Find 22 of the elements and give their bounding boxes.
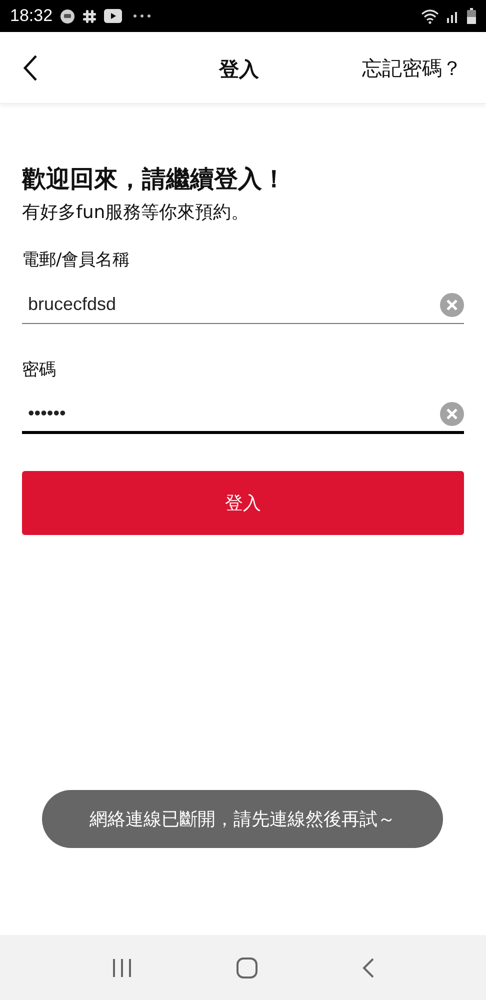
signal-icon xyxy=(446,9,460,23)
app-badge-icon xyxy=(60,8,75,24)
battery-icon xyxy=(467,8,476,24)
back-icon[interactable] xyxy=(22,54,38,82)
login-button[interactable]: 登入 xyxy=(22,471,464,535)
input-field[interactable]: •••••• xyxy=(22,396,464,434)
recent-apps-icon[interactable] xyxy=(112,958,132,976)
field-label: 密碼 xyxy=(22,359,57,382)
status-time: 18:32 xyxy=(10,5,53,28)
play-icon xyxy=(104,9,122,23)
hash-icon xyxy=(82,8,97,24)
wifi-icon xyxy=(421,8,439,24)
home-icon[interactable] xyxy=(236,956,258,978)
back-nav-icon[interactable] xyxy=(362,958,374,978)
toast-message: 網絡連線已斷開，請先連線然後再試～ xyxy=(42,790,443,848)
welcome-heading: 歡迎回來，請繼續登入！ xyxy=(22,164,287,195)
more-icon xyxy=(132,14,151,18)
welcome-subtitle: 有好多fun服務等你來預約。 xyxy=(22,201,250,225)
forgot-password-link[interactable]: 忘記密碼？ xyxy=(362,52,462,82)
input-field[interactable]: brucecfdsd xyxy=(22,286,464,324)
field-label: 電郵/會員名稱 xyxy=(22,249,131,272)
page-title: 登入 xyxy=(219,56,259,83)
